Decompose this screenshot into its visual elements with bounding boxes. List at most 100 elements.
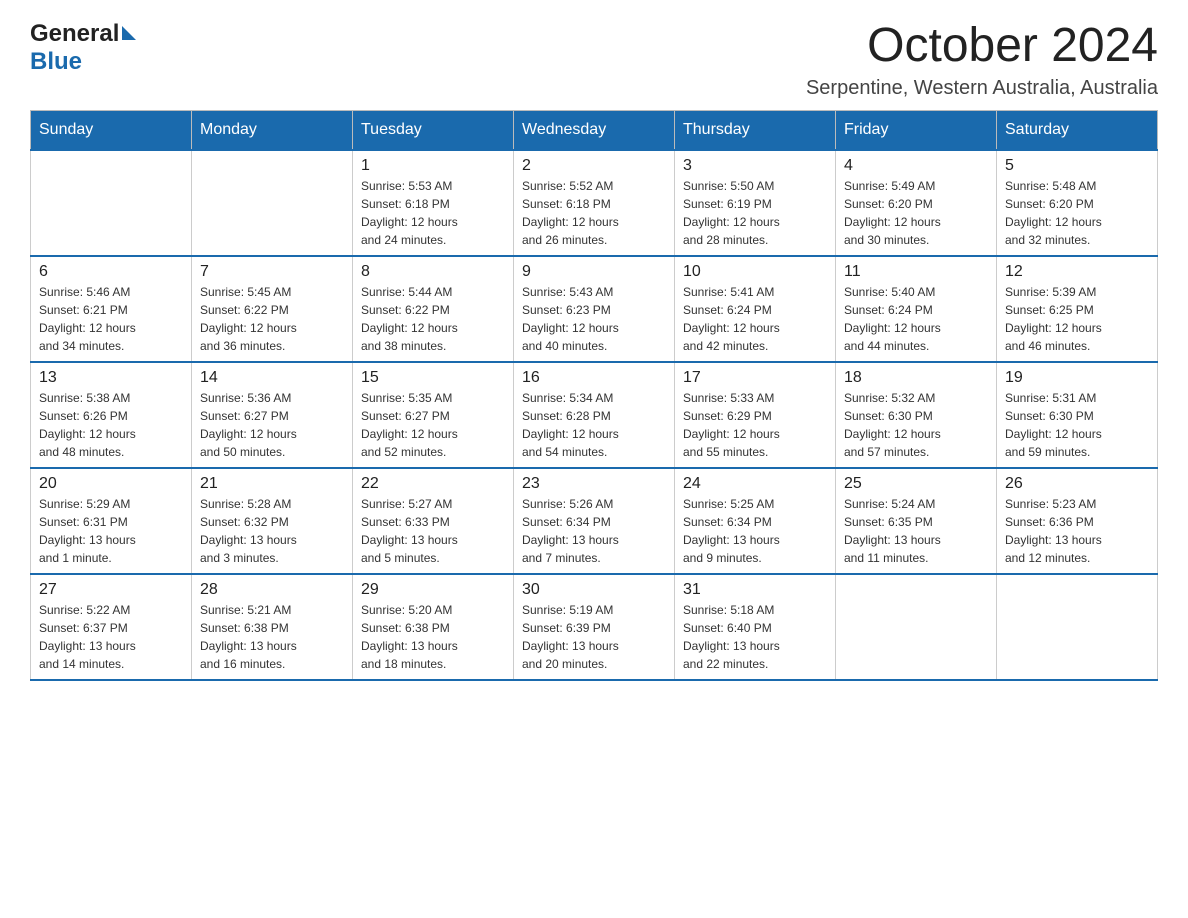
calendar-cell [31,150,192,256]
calendar-cell: 30 Sunrise: 5:19 AM Sunset: 6:39 PM Dayli… [514,574,675,680]
calendar-cell: 17Sunrise: 5:33 AM Sunset: 6:29 PM Dayli… [675,362,836,468]
calendar-day-header: Monday [192,110,353,150]
day-number: 7 [200,263,344,281]
calendar-cell: 19 Sunrise: 5:31 AM Sunset: 6:30 PM Dayli… [997,362,1158,468]
calendar-cell: 12 Sunrise: 5:39 AM Sunset: 6:25 PM Dayli… [997,256,1158,362]
header: General Blue October 2024 Serpentine, We… [30,20,1158,100]
day-info: Sunrise: 5:40 AM Sunset: 6:24 PM Dayligh… [844,283,988,355]
calendar-cell: 1 Sunrise: 5:53 AM Sunset: 6:18 PM Daylig… [353,150,514,256]
day-info: Sunrise: 5:32 AM Sunset: 6:30 PM Dayligh… [844,389,988,461]
day-number: 6 [39,263,183,281]
calendar-cell: 26Sunrise: 5:23 AM Sunset: 6:36 PM Dayli… [997,468,1158,574]
calendar-week-row: 20 Sunrise: 5:29 AM Sunset: 6:31 PM Dayli… [31,468,1158,574]
day-info: Sunrise: 5:20 AM Sunset: 6:38 PM Dayligh… [361,601,505,673]
day-number: 5 [1005,157,1149,175]
calendar-cell: 2Sunrise: 5:52 AM Sunset: 6:18 PM Daylig… [514,150,675,256]
calendar-day-header: Thursday [675,110,836,150]
day-info: Sunrise: 5:46 AM Sunset: 6:21 PM Dayligh… [39,283,183,355]
logo-line2: Blue [30,48,82,76]
day-number: 29 [361,581,505,599]
day-number: 28 [200,581,344,599]
calendar-cell: 4 Sunrise: 5:49 AM Sunset: 6:20 PM Daylig… [836,150,997,256]
day-info: Sunrise: 5:43 AM Sunset: 6:23 PM Dayligh… [522,283,666,355]
day-info: Sunrise: 5:41 AM Sunset: 6:24 PM Dayligh… [683,283,827,355]
calendar-cell: 21 Sunrise: 5:28 AM Sunset: 6:32 PM Dayli… [192,468,353,574]
day-info: Sunrise: 5:50 AM Sunset: 6:19 PM Dayligh… [683,177,827,249]
day-number: 3 [683,157,827,175]
day-info: Sunrise: 5:18 AM Sunset: 6:40 PM Dayligh… [683,601,827,673]
calendar-cell [836,574,997,680]
day-info: Sunrise: 5:45 AM Sunset: 6:22 PM Dayligh… [200,283,344,355]
month-title: October 2024 [806,20,1158,73]
calendar-cell: 13 Sunrise: 5:38 AM Sunset: 6:26 PM Dayli… [31,362,192,468]
calendar-cell: 16 Sunrise: 5:34 AM Sunset: 6:28 PM Dayli… [514,362,675,468]
logo: General Blue [30,20,136,76]
day-number: 22 [361,475,505,493]
day-info: Sunrise: 5:35 AM Sunset: 6:27 PM Dayligh… [361,389,505,461]
day-number: 8 [361,263,505,281]
calendar-week-row: 27Sunrise: 5:22 AM Sunset: 6:37 PM Dayli… [31,574,1158,680]
calendar-day-header: Saturday [997,110,1158,150]
calendar-week-row: 6 Sunrise: 5:46 AM Sunset: 6:21 PM Daylig… [31,256,1158,362]
calendar-cell: 15Sunrise: 5:35 AM Sunset: 6:27 PM Dayli… [353,362,514,468]
page-container: General Blue October 2024 Serpentine, We… [30,20,1158,681]
day-info: Sunrise: 5:33 AM Sunset: 6:29 PM Dayligh… [683,389,827,461]
day-info: Sunrise: 5:24 AM Sunset: 6:35 PM Dayligh… [844,495,988,567]
day-number: 30 [522,581,666,599]
day-info: Sunrise: 5:36 AM Sunset: 6:27 PM Dayligh… [200,389,344,461]
calendar-day-header: Friday [836,110,997,150]
calendar-cell: 20 Sunrise: 5:29 AM Sunset: 6:31 PM Dayli… [31,468,192,574]
calendar-cell: 14 Sunrise: 5:36 AM Sunset: 6:27 PM Dayli… [192,362,353,468]
day-info: Sunrise: 5:22 AM Sunset: 6:37 PM Dayligh… [39,601,183,673]
day-info: Sunrise: 5:39 AM Sunset: 6:25 PM Dayligh… [1005,283,1149,355]
calendar-cell: 31Sunrise: 5:18 AM Sunset: 6:40 PM Dayli… [675,574,836,680]
day-number: 25 [844,475,988,493]
calendar-cell: 5Sunrise: 5:48 AM Sunset: 6:20 PM Daylig… [997,150,1158,256]
day-info: Sunrise: 5:53 AM Sunset: 6:18 PM Dayligh… [361,177,505,249]
day-number: 2 [522,157,666,175]
logo-triangle-icon [122,26,136,40]
calendar-cell: 8Sunrise: 5:44 AM Sunset: 6:22 PM Daylig… [353,256,514,362]
calendar-cell: 11 Sunrise: 5:40 AM Sunset: 6:24 PM Dayli… [836,256,997,362]
day-number: 20 [39,475,183,493]
day-info: Sunrise: 5:49 AM Sunset: 6:20 PM Dayligh… [844,177,988,249]
calendar-cell: 18 Sunrise: 5:32 AM Sunset: 6:30 PM Dayli… [836,362,997,468]
day-info: Sunrise: 5:38 AM Sunset: 6:26 PM Dayligh… [39,389,183,461]
day-info: Sunrise: 5:21 AM Sunset: 6:38 PM Dayligh… [200,601,344,673]
day-number: 11 [844,263,988,281]
day-info: Sunrise: 5:25 AM Sunset: 6:34 PM Dayligh… [683,495,827,567]
calendar-cell: 22Sunrise: 5:27 AM Sunset: 6:33 PM Dayli… [353,468,514,574]
calendar-cell: 3 Sunrise: 5:50 AM Sunset: 6:19 PM Daylig… [675,150,836,256]
calendar-cell: 7 Sunrise: 5:45 AM Sunset: 6:22 PM Daylig… [192,256,353,362]
day-number: 18 [844,369,988,387]
day-info: Sunrise: 5:29 AM Sunset: 6:31 PM Dayligh… [39,495,183,567]
day-number: 16 [522,369,666,387]
day-number: 12 [1005,263,1149,281]
day-info: Sunrise: 5:28 AM Sunset: 6:32 PM Dayligh… [200,495,344,567]
day-info: Sunrise: 5:31 AM Sunset: 6:30 PM Dayligh… [1005,389,1149,461]
day-number: 21 [200,475,344,493]
calendar-cell: 25 Sunrise: 5:24 AM Sunset: 6:35 PM Dayli… [836,468,997,574]
calendar-cell [192,150,353,256]
day-info: Sunrise: 5:26 AM Sunset: 6:34 PM Dayligh… [522,495,666,567]
day-number: 13 [39,369,183,387]
logo-blue: Blue [30,48,82,75]
day-number: 24 [683,475,827,493]
day-number: 4 [844,157,988,175]
day-number: 14 [200,369,344,387]
day-number: 1 [361,157,505,175]
calendar-cell: 10Sunrise: 5:41 AM Sunset: 6:24 PM Dayli… [675,256,836,362]
calendar-cell: 28 Sunrise: 5:21 AM Sunset: 6:38 PM Dayli… [192,574,353,680]
day-number: 23 [522,475,666,493]
day-info: Sunrise: 5:34 AM Sunset: 6:28 PM Dayligh… [522,389,666,461]
calendar-cell [997,574,1158,680]
logo-line1: General [30,20,136,48]
title-block: October 2024 Serpentine, Western Austral… [806,20,1158,100]
day-number: 19 [1005,369,1149,387]
day-number: 9 [522,263,666,281]
day-info: Sunrise: 5:19 AM Sunset: 6:39 PM Dayligh… [522,601,666,673]
location-title: Serpentine, Western Australia, Australia [806,77,1158,100]
calendar-cell: 9 Sunrise: 5:43 AM Sunset: 6:23 PM Daylig… [514,256,675,362]
calendar-table: SundayMondayTuesdayWednesdayThursdayFrid… [30,110,1158,681]
calendar-header-row: SundayMondayTuesdayWednesdayThursdayFrid… [31,110,1158,150]
